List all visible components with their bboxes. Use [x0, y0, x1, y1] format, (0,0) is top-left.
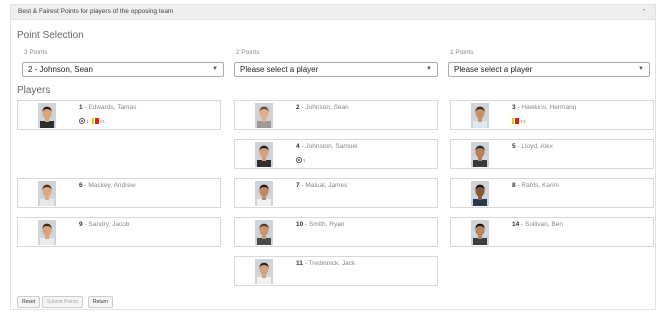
- two-points-label: 2 Points: [236, 49, 260, 56]
- one-points-select-value: Please select a player: [454, 65, 533, 74]
- player-name-text: - Mackey, Andrew: [84, 182, 136, 189]
- player-card[interactable]: 14 - Sullivan, Ben: [450, 217, 654, 247]
- player-number: 7: [296, 182, 300, 189]
- player-number: 9: [79, 221, 83, 228]
- player-name-text: - Hawkins, Hermann: [517, 104, 577, 111]
- player-card[interactable]: 3 - Hawkins, Hermann Y1: [450, 100, 654, 130]
- goal-ball-icon: [296, 157, 302, 163]
- player-name-text: - Johnson, Sean: [301, 104, 349, 111]
- player-name: 4 - Johnston, Samuel: [296, 143, 357, 150]
- return-button[interactable]: Return: [88, 296, 114, 308]
- player-card[interactable]: 5 - Lloyd, Alex: [450, 139, 654, 169]
- panel-header[interactable]: Best & Fairest Points for players of the…: [11, 5, 655, 20]
- player-photo: [471, 220, 489, 245]
- card-count: Y1: [520, 118, 526, 124]
- goal-count: 1: [303, 157, 306, 163]
- two-points-select-value: Please select a player: [240, 65, 319, 74]
- player-name-text: - Edwards, Tamas: [84, 104, 137, 111]
- player-number: 5: [512, 143, 516, 150]
- player-stats: 1: [296, 156, 309, 164]
- three-points-select[interactable]: 2 - Johnson, Sean ▼: [22, 62, 224, 77]
- player-photo: [38, 181, 56, 206]
- player-name: 5 - Lloyd, Alex: [512, 143, 553, 150]
- player-name-text: - Rahts, Karim: [517, 182, 559, 189]
- player-name: 9 - Sandry, Jacob: [79, 221, 129, 228]
- player-card[interactable]: 4 - Johnston, Samuel 1: [234, 139, 438, 169]
- player-photo: [471, 103, 489, 128]
- one-points-select[interactable]: Please select a player ▼: [448, 62, 650, 77]
- player-number: 4: [296, 143, 300, 150]
- player-number: 3: [512, 104, 516, 111]
- player-number: 6: [79, 182, 83, 189]
- players-heading: Players: [17, 85, 51, 96]
- player-name-text: - Lloyd, Alex: [517, 143, 553, 150]
- player-name: 1 - Edwards, Tamas: [79, 104, 136, 111]
- player-number: 1: [79, 104, 83, 111]
- player-photo: [471, 142, 489, 167]
- player-card[interactable]: 9 - Sandry, Jacob: [17, 217, 221, 247]
- player-name: 8 - Rahts, Karim: [512, 182, 559, 189]
- yellow-card-icon: [91, 118, 94, 124]
- player-name-text: - Sullivan, Ben: [521, 221, 563, 228]
- goal-ball-icon: [79, 118, 85, 124]
- player-card[interactable]: 10 - Smith, Ryan: [234, 217, 438, 247]
- red-card-icon: [94, 118, 99, 124]
- player-card[interactable]: 6 - Mackey, Andrew: [17, 178, 221, 208]
- yellow-card-icon: [512, 118, 514, 124]
- player-name-text: - Tredinnick, Jack: [304, 260, 356, 267]
- goal-count: 1: [86, 118, 89, 124]
- player-card[interactable]: 7 - Malual, James: [234, 178, 438, 208]
- reset-button[interactable]: Reset: [17, 296, 41, 308]
- player-number: 11: [296, 260, 303, 267]
- player-photo: [255, 103, 273, 128]
- player-card[interactable]: 2 - Johnson, Sean: [234, 100, 438, 130]
- three-points-select-value: 2 - Johnson, Sean: [28, 65, 93, 74]
- player-card[interactable]: 1 - Edwards, Tamas 1 Y1: [17, 100, 221, 130]
- point-selection-heading: Point Selection: [17, 30, 84, 41]
- player-name: 11 - Tredinnick, Jack: [296, 260, 355, 267]
- three-points-label: 3 Points: [24, 49, 48, 56]
- player-stats: 1 Y1: [79, 117, 108, 125]
- player-photo: [38, 220, 56, 245]
- submit-points-button[interactable]: Submit Points: [42, 296, 83, 308]
- player-name-text: - Johnston, Samuel: [301, 143, 358, 150]
- two-points-select[interactable]: Please select a player ▼: [234, 62, 438, 77]
- player-name-text: - Smith, Ryan: [305, 221, 345, 228]
- chevron-down-icon: ▼: [212, 66, 218, 72]
- card-count: Y1: [99, 118, 106, 124]
- player-photo: [255, 220, 273, 245]
- player-number: 8: [512, 182, 516, 189]
- player-photo: [255, 142, 273, 167]
- player-name: 6 - Mackey, Andrew: [79, 182, 136, 189]
- player-card[interactable]: 8 - Rahts, Karim: [450, 178, 654, 208]
- panel-title: Best & Fairest Points for players of the…: [18, 8, 174, 15]
- player-name: 14 - Sullivan, Ben: [512, 221, 563, 228]
- player-photo: [38, 103, 56, 128]
- player-name: 7 - Malual, James: [296, 182, 347, 189]
- chevron-down-icon: ▼: [426, 66, 432, 72]
- one-points-label: 1 Points: [450, 49, 474, 56]
- player-number: 2: [296, 104, 300, 111]
- player-stats: Y1: [512, 117, 529, 125]
- player-number: 14: [512, 221, 520, 228]
- player-photo: [471, 181, 489, 206]
- player-name-text: - Malual, James: [301, 182, 348, 189]
- player-number: 10: [296, 221, 304, 228]
- player-photo: [255, 259, 273, 284]
- player-name: 3 - Hawkins, Hermann: [512, 104, 576, 111]
- player-photo: [255, 181, 273, 206]
- chevron-down-icon: ▼: [638, 66, 644, 72]
- player-card[interactable]: 11 - Tredinnick, Jack: [234, 256, 438, 286]
- player-name: 10 - Smith, Ryan: [296, 221, 344, 228]
- player-name: 2 - Johnson, Sean: [296, 104, 349, 111]
- collapse-icon[interactable]: ⌃: [641, 8, 647, 16]
- player-name-text: - Sandry, Jacob: [84, 221, 130, 228]
- red-card-icon: [515, 118, 519, 124]
